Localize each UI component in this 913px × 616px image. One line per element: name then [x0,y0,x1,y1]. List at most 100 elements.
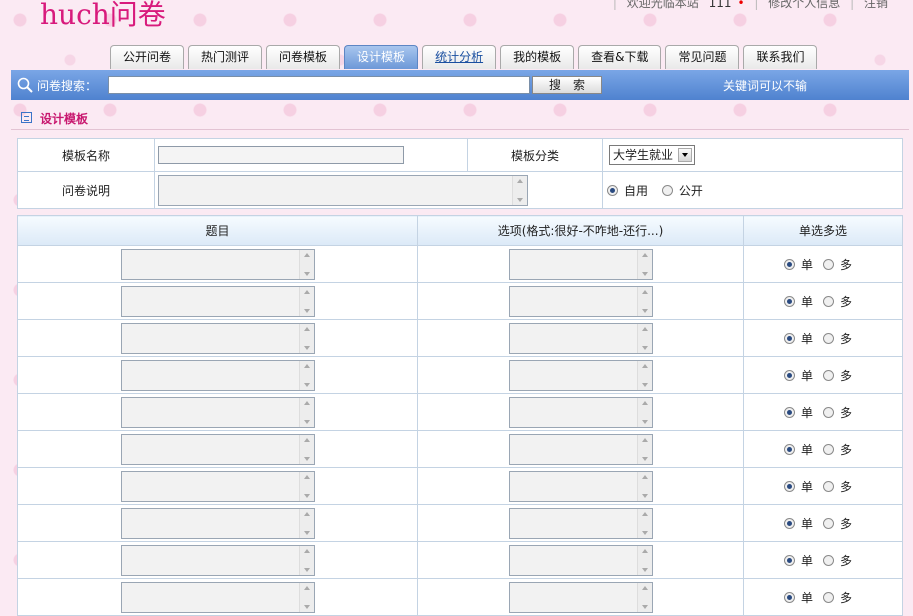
options-cell [417,430,744,468]
options-scrollbar[interactable] [636,434,652,464]
options-scrollbar[interactable] [636,249,652,279]
question-scrollbar[interactable] [298,434,314,464]
question-cell [17,430,418,468]
radio-multiple-label: 多 [840,331,853,346]
radio-multiple[interactable] [823,332,834,344]
questions-table: 题目 选项(格式:很好-不咋地-还行...) 单选多选 单多单多单多单多单多单多… [17,215,903,616]
question-textarea[interactable] [120,248,315,280]
question-row: 单多 [17,245,903,283]
template-category-select[interactable]: 大学生就业 [609,145,695,165]
tab-my-templates[interactable]: 我的模板 [500,45,575,69]
options-scrollbar[interactable] [636,582,652,612]
options-scrollbar[interactable] [636,545,652,575]
question-row: 单多 [17,356,903,394]
question-textarea[interactable] [120,322,315,354]
radio-multiple[interactable] [823,443,834,455]
search-input[interactable] [108,76,530,94]
question-textarea[interactable] [120,396,315,428]
radio-single[interactable] [783,332,795,344]
question-scrollbar[interactable] [298,545,314,575]
radio-multiple[interactable] [823,295,834,307]
question-textarea[interactable] [120,507,315,539]
search-label: 问卷搜索： [37,79,98,93]
tab-hot-reviews[interactable]: 热门测评 [188,45,263,69]
question-scrollbar[interactable] [298,397,314,427]
radio-public[interactable] [661,184,673,196]
options-textarea[interactable] [508,581,653,613]
logout-link[interactable]: 注销 [864,0,888,10]
question-scrollbar[interactable] [298,360,314,390]
description-scrollbar[interactable] [512,175,527,205]
radio-multiple[interactable] [823,591,834,603]
radio-single[interactable] [783,554,795,566]
options-textarea[interactable] [508,248,653,280]
radio-single[interactable] [783,258,795,270]
radio-single[interactable] [783,295,795,307]
section-title: 设计模板 [40,112,89,126]
options-textarea[interactable] [508,544,653,576]
tab-contact-us[interactable]: 联系我们 [743,45,818,69]
options-scrollbar[interactable] [636,508,652,538]
tab-design-template[interactable]: 设计模板 [344,45,419,69]
tab-statistics-label: 统计分析 [435,50,484,64]
radio-multiple[interactable] [823,258,834,270]
radio-single[interactable] [783,480,795,492]
question-scrollbar[interactable] [298,286,314,316]
search-button[interactable]: 搜索 [532,76,602,94]
radio-multiple[interactable] [823,480,834,492]
template-name-cell [154,138,468,172]
options-cell [417,319,744,357]
question-scrollbar[interactable] [298,249,314,279]
description-label: 问卷说明 [17,171,155,209]
question-textarea[interactable] [120,359,315,391]
options-textarea[interactable] [508,285,653,317]
tab-statistics[interactable]: 统计分析 [422,45,497,69]
question-scrollbar[interactable] [298,582,314,612]
radio-single[interactable] [783,443,795,455]
options-scrollbar[interactable] [636,323,652,353]
radio-private[interactable] [607,184,618,196]
radio-multiple[interactable] [823,369,834,381]
options-textarea[interactable] [508,433,653,465]
question-row: 单多 [17,282,903,320]
type-cell: 单多 [743,467,903,505]
options-textarea[interactable] [508,359,653,391]
question-row: 单多 [17,393,903,431]
radio-single[interactable] [783,406,795,418]
radio-single[interactable] [783,591,795,603]
radio-single[interactable] [783,517,795,529]
type-cell: 单多 [743,393,903,431]
options-textarea[interactable] [508,507,653,539]
user-marker: • [737,0,745,10]
tab-survey-templates[interactable]: 问卷模板 [266,45,341,69]
type-cell: 单多 [743,430,903,468]
radio-multiple[interactable] [823,517,834,529]
tab-view-download[interactable]: 查看&下载 [578,45,662,69]
question-textarea[interactable] [120,433,315,465]
question-scrollbar[interactable] [298,323,314,353]
radio-single[interactable] [783,369,795,381]
options-textarea[interactable] [508,470,653,502]
question-textarea[interactable] [120,470,315,502]
question-textarea[interactable] [120,544,315,576]
edit-profile-link[interactable]: 修改个人信息 [768,0,840,10]
options-textarea[interactable] [508,396,653,428]
radio-multiple[interactable] [823,406,834,418]
question-cell [17,356,418,394]
options-scrollbar[interactable] [636,360,652,390]
template-name-input[interactable] [158,146,404,164]
description-textarea[interactable] [158,174,528,206]
question-scrollbar[interactable] [298,508,314,538]
options-cell [417,356,744,394]
options-scrollbar[interactable] [636,471,652,501]
options-scrollbar[interactable] [636,397,652,427]
question-textarea[interactable] [120,581,315,613]
question-textarea[interactable] [120,285,315,317]
options-cell [417,282,744,320]
radio-multiple[interactable] [823,554,834,566]
tab-public-surveys[interactable]: 公开问卷 [110,45,185,69]
options-scrollbar[interactable] [636,286,652,316]
tab-faq[interactable]: 常见问题 [665,45,740,69]
options-textarea[interactable] [508,322,653,354]
question-scrollbar[interactable] [298,471,314,501]
